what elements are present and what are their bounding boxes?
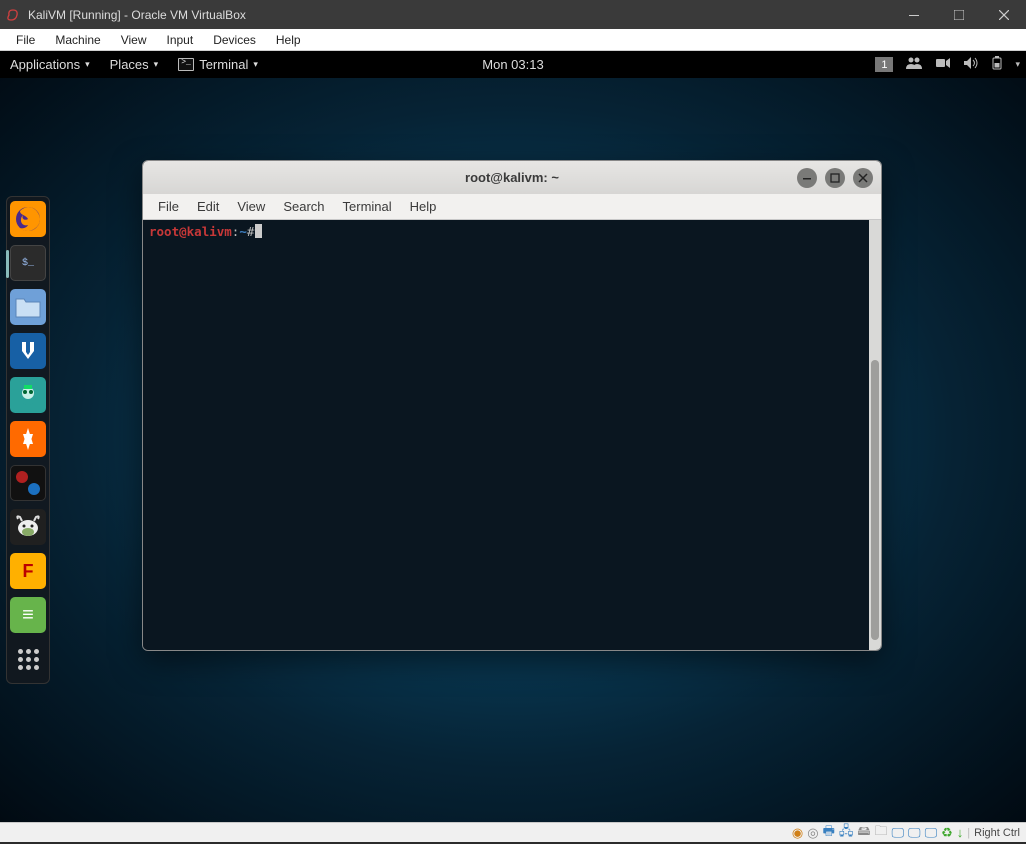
gnome-top-bar: Applications Places Terminal Mon 03:13 1 [0, 51, 1026, 78]
virtualbox-icon [6, 7, 22, 23]
dock-app-burp[interactable] [10, 421, 46, 457]
status-network-icon[interactable]: 🖧 [839, 822, 854, 844]
status-mouse-icon[interactable]: ↓ [957, 825, 964, 840]
status-optical-icon[interactable]: ◎ [807, 825, 818, 841]
dock-app-firefox[interactable] [10, 201, 46, 237]
status-shared-folder-icon[interactable]: 🗀 [874, 822, 887, 844]
terminal-menu-terminal[interactable]: Terminal [334, 199, 401, 214]
status-audio-icon[interactable]: 🖶 [823, 822, 835, 844]
minimize-button[interactable] [891, 0, 936, 29]
terminal-title: root@kalivm: ~ [465, 170, 559, 185]
status-display2-icon[interactable]: 🖵 [925, 825, 938, 841]
applications-menu[interactable]: Applications [0, 57, 100, 72]
status-harddisk-icon[interactable]: ◉ [792, 825, 803, 841]
status-usb-icon[interactable]: 🖴 [857, 822, 870, 844]
menu-devices[interactable]: Devices [203, 33, 266, 47]
terminal-menu-file[interactable]: File [149, 199, 188, 214]
terminal-icon [178, 58, 194, 71]
terminal-menu-help[interactable]: Help [401, 199, 446, 214]
terminal-cursor [255, 224, 262, 238]
system-menu-icon[interactable]: ▾ [1015, 59, 1020, 70]
dock-app-leafpad[interactable] [10, 597, 46, 633]
battery-icon[interactable] [991, 56, 1003, 73]
dock-app-files[interactable] [10, 289, 46, 325]
dock-app-terminal[interactable]: $_ [10, 245, 46, 281]
virtualbox-titlebar: KaliVM [Running] - Oracle VM VirtualBox [0, 0, 1026, 29]
users-icon[interactable] [905, 56, 923, 73]
dock-app-armitage[interactable] [10, 377, 46, 413]
terminal-content[interactable]: root@kalivm:~# [143, 220, 869, 650]
dock-app-maltego[interactable] [10, 465, 46, 501]
status-display-icon[interactable]: 🖵 [892, 825, 905, 841]
prompt-host: kalivm [187, 224, 232, 239]
virtualbox-menubar: File Machine View Input Devices Help [0, 29, 1026, 51]
terminal-window[interactable]: root@kalivm: ~ File Edit View Search Ter… [142, 160, 882, 651]
terminal-menu-edit[interactable]: Edit [188, 199, 228, 214]
prompt-path: ~ [239, 224, 247, 239]
dock: $_ F [6, 196, 50, 684]
places-menu[interactable]: Places [100, 57, 169, 72]
status-guest-additions-icon[interactable]: ♻ [941, 825, 953, 841]
terminal-menu-view[interactable]: View [228, 199, 274, 214]
menu-file[interactable]: File [6, 33, 45, 47]
terminal-close-button[interactable] [853, 168, 873, 188]
maximize-button[interactable] [936, 0, 981, 29]
close-button[interactable] [981, 0, 1026, 29]
applications-label: Applications [10, 57, 80, 72]
volume-icon[interactable] [963, 56, 979, 73]
prompt-at: @ [179, 224, 187, 239]
menu-machine[interactable]: Machine [45, 33, 110, 47]
menu-input[interactable]: Input [157, 33, 204, 47]
status-separator: | [967, 827, 970, 839]
active-app-indicator[interactable]: Terminal [168, 57, 268, 72]
menu-help[interactable]: Help [266, 33, 311, 47]
menu-view[interactable]: View [111, 33, 157, 47]
dock-app-beef[interactable] [10, 509, 46, 545]
terminal-menubar: File Edit View Search Terminal Help [143, 194, 881, 220]
terminal-titlebar[interactable]: root@kalivm: ~ [143, 161, 881, 194]
active-app-label: Terminal [199, 57, 248, 72]
dock-app-show-apps[interactable] [10, 641, 46, 677]
video-icon[interactable] [935, 56, 951, 73]
workspace-indicator[interactable]: 1 [875, 57, 893, 72]
dock-app-metasploit[interactable] [10, 333, 46, 369]
terminal-minimize-button[interactable] [797, 168, 817, 188]
dock-app-faraday[interactable]: F [10, 553, 46, 589]
virtualbox-statusbar: ◉ ◎ 🖶 🖧 🖴 🗀 🖵 🖵 🖵 ♻ ↓ | Right Ctrl [0, 822, 1026, 842]
status-host-key: Right Ctrl [974, 827, 1020, 839]
window-title: KaliVM [Running] - Oracle VM VirtualBox [28, 8, 891, 22]
status-videocap-icon[interactable]: 🖵 [908, 825, 921, 841]
terminal-scrollbar-thumb[interactable] [871, 360, 879, 640]
prompt-hash: # [247, 224, 255, 239]
prompt-user: root [149, 224, 179, 239]
clock[interactable]: Mon 03:13 [472, 57, 553, 72]
terminal-menu-search[interactable]: Search [274, 199, 333, 214]
terminal-scrollbar[interactable] [869, 220, 881, 650]
places-label: Places [110, 57, 149, 72]
terminal-maximize-button[interactable] [825, 168, 845, 188]
clock-text: Mon 03:13 [482, 57, 543, 72]
